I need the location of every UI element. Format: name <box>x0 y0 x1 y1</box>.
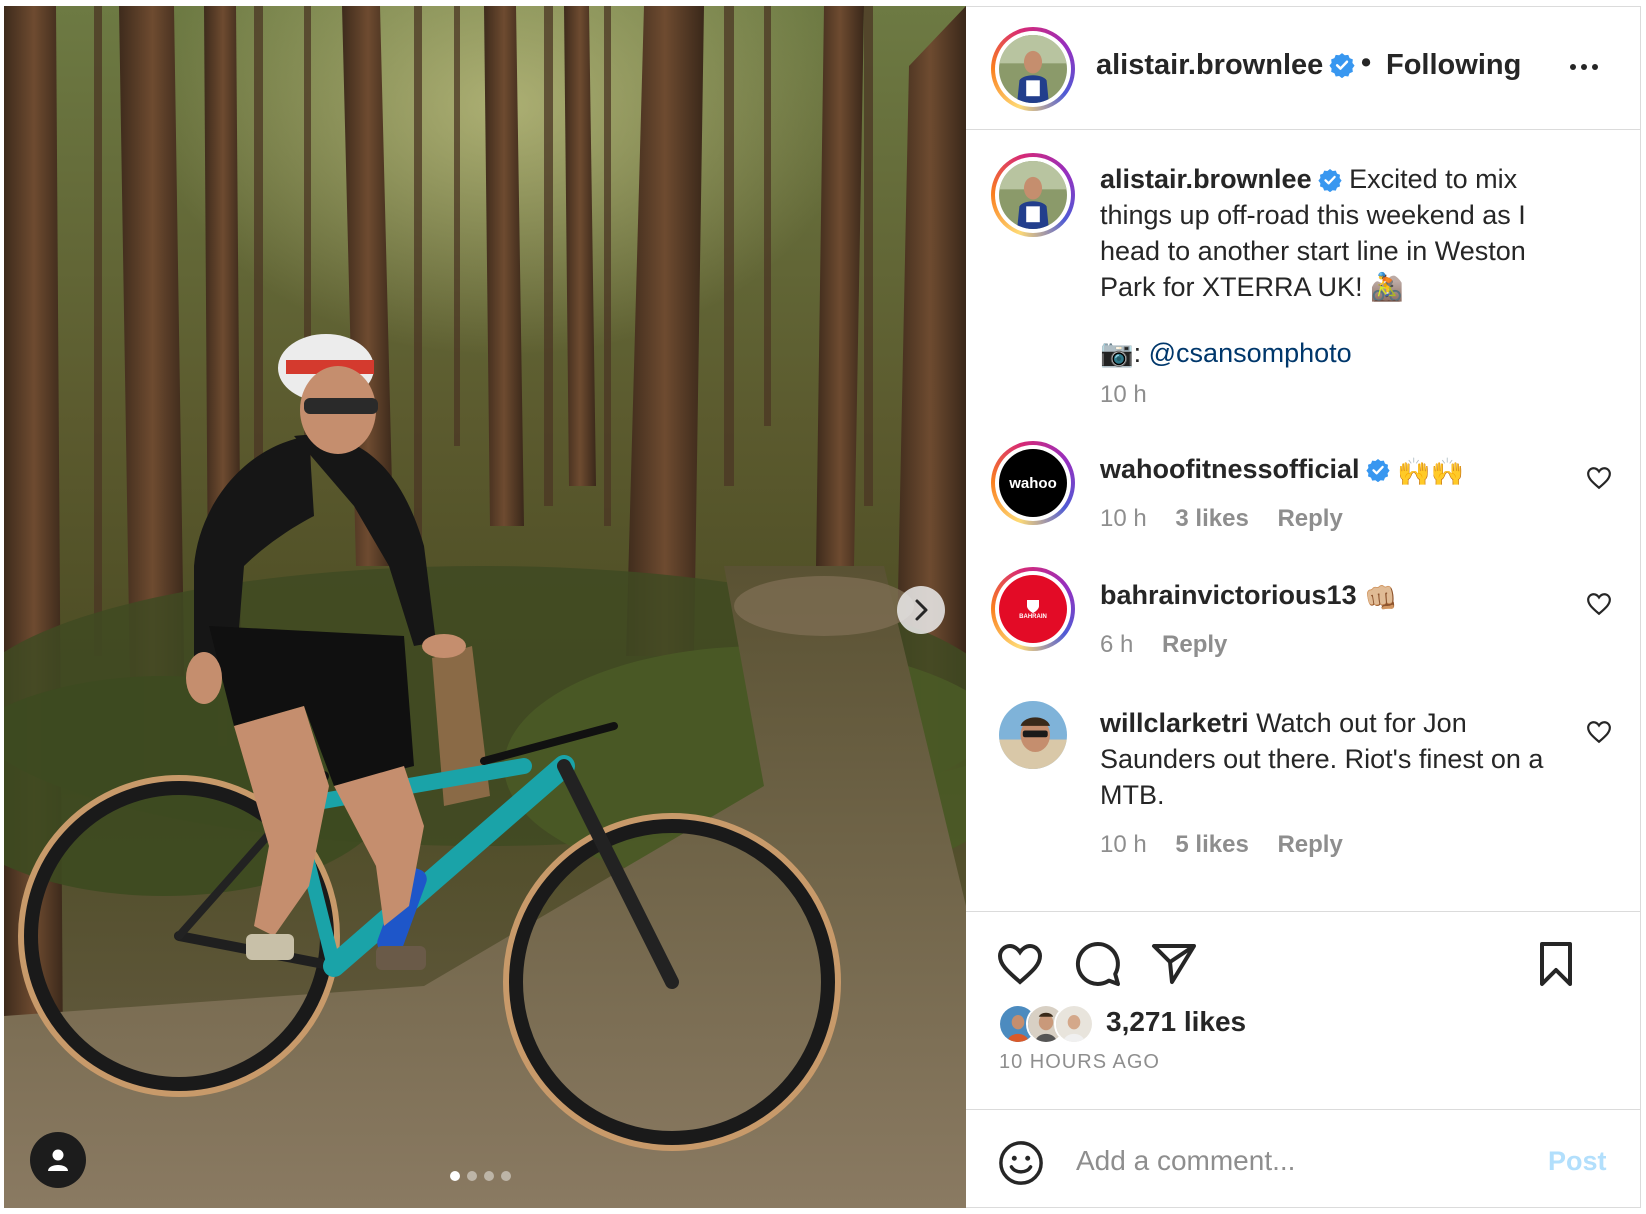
comment-input[interactable] <box>1076 1136 1496 1186</box>
carousel-dot <box>501 1171 511 1181</box>
comment-body: 👊🏼 <box>1364 583 1398 613</box>
photographer-mention-link[interactable]: @csansomphoto <box>1149 338 1352 368</box>
liked-by-avatars[interactable] <box>998 1004 1098 1044</box>
header-separator: • <box>1361 47 1372 79</box>
verified-badge-icon <box>1365 459 1390 482</box>
comment-reply-button[interactable]: Reply <box>1277 831 1342 858</box>
comments-list[interactable]: alistair.brownlee Excited to mix things … <box>966 131 1641 909</box>
post-sidebar: alistair.brownlee • Following alistair.b… <box>966 6 1641 1208</box>
comment-like-heart-icon[interactable] <box>1586 465 1612 491</box>
camera-credit-prefix: 📷: <box>1100 338 1142 368</box>
comment-meta: 6 h Reply <box>1100 631 1249 659</box>
post-timestamp[interactable]: 10 HOURS AGO <box>999 1051 1160 1074</box>
post-photo <box>4 6 966 1208</box>
comment-reply-button[interactable]: Reply <box>1277 505 1342 532</box>
comment-item: willclarketri Watch out for Jon Saunders… <box>966 695 1641 895</box>
comment-avatar-ring[interactable]: wahoo <box>991 441 1075 525</box>
comment-meta: 10 h 3 likes Reply <box>1100 505 1365 533</box>
author-username-text[interactable]: alistair.brownlee <box>1096 49 1323 81</box>
comment-timestamp[interactable]: 10 h <box>1100 505 1147 532</box>
post-actions: 3,271 likes 10 HOURS AGO <box>966 911 1641 1109</box>
user-tag-icon <box>48 1149 68 1171</box>
comment-avatar-ring[interactable]: BAHRAIN <box>991 567 1075 651</box>
comment-username[interactable]: willclarketri <box>1100 708 1249 738</box>
chevron-right-icon <box>915 599 928 621</box>
comment-likes[interactable]: 3 likes <box>1175 505 1248 532</box>
bahrain-shield-icon <box>1027 600 1039 613</box>
verified-badge-icon <box>1329 53 1355 78</box>
carousel-dot <box>467 1171 477 1181</box>
post-media[interactable] <box>4 6 966 1208</box>
caption-username[interactable]: alistair.brownlee <box>1100 164 1312 194</box>
comment-username[interactable]: wahoofitnessofficial <box>1100 454 1360 484</box>
caption-avatar <box>999 161 1067 229</box>
carousel-indicator <box>450 1171 511 1181</box>
comment-avatar: BAHRAIN <box>999 575 1067 643</box>
carousel-next-button[interactable] <box>897 586 945 634</box>
caption-text: alistair.brownlee Excited to mix things … <box>1100 161 1580 305</box>
post-caption: alistair.brownlee Excited to mix things … <box>966 131 1641 431</box>
post-header: alistair.brownlee • Following <box>966 7 1641 130</box>
following-button[interactable]: Following <box>1386 49 1521 82</box>
caption-meta: 10 h <box>1100 381 1169 409</box>
author-username[interactable]: alistair.brownlee <box>1096 49 1355 82</box>
carousel-dot <box>484 1171 494 1181</box>
author-avatar-ring[interactable] <box>991 27 1075 111</box>
liker-avatar <box>1054 1004 1094 1044</box>
comment-text: bahrainvictorious13 👊🏼 <box>1100 577 1580 616</box>
bookmark-icon[interactable] <box>1532 940 1580 988</box>
comment-body: 🙌🙌 <box>1397 457 1465 487</box>
comment-like-heart-icon[interactable] <box>1586 591 1612 617</box>
comment-avatar: wahoo <box>999 449 1067 517</box>
comment-icon[interactable] <box>1074 940 1122 988</box>
comment-timestamp[interactable]: 10 h <box>1100 831 1147 858</box>
emoji-icon[interactable] <box>998 1140 1044 1186</box>
share-icon[interactable] <box>1150 940 1198 988</box>
comment-reply-button[interactable]: Reply <box>1162 631 1227 658</box>
comment-likes[interactable]: 5 likes <box>1175 831 1248 858</box>
comment-meta: 10 h 5 likes Reply <box>1100 831 1365 859</box>
likes-count[interactable]: 3,271 likes <box>1106 1006 1246 1038</box>
comment-timestamp[interactable]: 6 h <box>1100 631 1133 658</box>
add-comment-bar: Post <box>966 1109 1641 1209</box>
comment-username[interactable]: bahrainvictorious13 <box>1100 580 1357 610</box>
caption-avatar-ring[interactable] <box>991 153 1075 237</box>
comment-avatar[interactable] <box>999 701 1067 769</box>
verified-badge-icon <box>1317 169 1342 192</box>
author-avatar <box>999 35 1067 103</box>
post-comment-button[interactable]: Post <box>1548 1146 1607 1177</box>
tagged-users-button[interactable] <box>30 1132 86 1188</box>
comment-text: wahoofitnessofficial 🙌🙌 <box>1100 451 1580 490</box>
caption-timestamp[interactable]: 10 h <box>1100 381 1147 408</box>
bahrain-logo-text: BAHRAIN <box>1019 614 1047 620</box>
comment-like-heart-icon[interactable] <box>1586 719 1612 745</box>
caption-credit: 📷: @csansomphoto <box>1100 335 1580 371</box>
more-options-icon[interactable] <box>1570 55 1610 79</box>
carousel-dot-active <box>450 1171 460 1181</box>
wahoo-logo: wahoo <box>1009 474 1057 492</box>
comment-item: wahoo wahoofitnessofficial 🙌🙌 10 h 3 lik… <box>966 441 1641 561</box>
heart-icon[interactable] <box>996 940 1044 988</box>
comment-text: willclarketri Watch out for Jon Saunders… <box>1100 705 1580 813</box>
comment-item: BAHRAIN bahrainvictorious13 👊🏼 6 h Reply <box>966 567 1641 687</box>
